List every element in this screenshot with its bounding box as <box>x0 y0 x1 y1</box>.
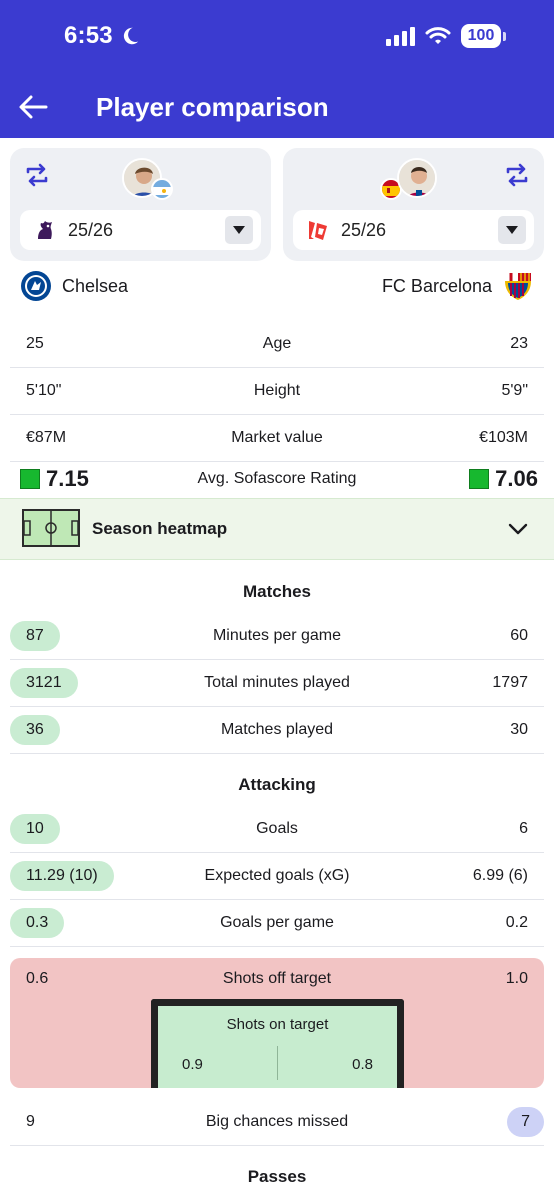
stat-row-goals-per-game: 0.3 Goals per game 0.2 <box>10 900 544 947</box>
battery-icon: 100 <box>461 24 506 48</box>
section-title-passes: Passes <box>247 1167 307 1186</box>
status-time: 6:53 <box>64 22 141 50</box>
stat-right: 6.99 (6) <box>472 867 528 884</box>
stat-row-total-minutes: 3121 Total minutes played 1797 <box>10 660 544 707</box>
status-time-text: 6:53 <box>64 22 113 49</box>
rating-label: Avg. Sofascore Rating <box>197 470 357 487</box>
argentina-flag-icon <box>151 178 173 200</box>
better-value-pill: 7 <box>507 1107 544 1137</box>
club-name-left: Chelsea <box>62 275 129 296</box>
stat-right: 5'9" <box>501 382 528 399</box>
shots-off-right: 1.0 <box>505 970 528 987</box>
goal-frame: Shots on target 0.9 0.8 <box>151 999 404 1088</box>
stat-row-big-chances-missed: 9 Big chances missed 7 <box>10 1099 544 1146</box>
stat-right: 7 <box>507 1099 544 1145</box>
stat-right: 6 <box>519 820 528 837</box>
stat-right: €103M <box>479 429 528 446</box>
season-heatmap-toggle[interactable]: Season heatmap <box>0 498 554 560</box>
swap-player-icon[interactable] <box>502 160 532 190</box>
stat-label: Age <box>262 335 292 352</box>
chevron-down-icon[interactable] <box>498 216 526 244</box>
moon-icon <box>123 27 139 45</box>
chevron-down-icon[interactable] <box>506 517 530 541</box>
stat-label: Matches played <box>220 721 334 738</box>
stat-label: Market value <box>231 429 323 446</box>
club-left[interactable]: Chelsea <box>20 270 128 302</box>
chevron-down-icon[interactable] <box>225 216 253 244</box>
stat-row-market-value: €87M Market value €103M <box>10 415 544 462</box>
rating-right: 7.06 <box>469 466 538 492</box>
season-select-right[interactable]: 25/26 <box>293 210 534 250</box>
chelsea-crest-icon <box>21 271 51 301</box>
stat-row-age: 25 Age 23 <box>10 321 544 368</box>
signal-icon <box>386 27 415 46</box>
stat-row-minutes-per-game: 87 Minutes per game 60 <box>10 613 544 660</box>
swap-player-icon[interactable] <box>22 160 52 190</box>
stat-right: 1797 <box>492 674 528 691</box>
section-title-attacking: Attacking <box>238 775 316 794</box>
stat-right: 30 <box>510 721 528 738</box>
goal-divider <box>277 1046 278 1080</box>
player-card-right: 25/26 <box>283 148 544 261</box>
app-header: 6:53 100 Player comparison <box>0 0 554 138</box>
barcelona-crest-icon <box>505 273 531 300</box>
stat-right: 23 <box>510 335 528 352</box>
page-title: Player comparison <box>96 92 329 122</box>
pitch-icon <box>22 509 80 547</box>
shots-highlight[interactable]: 0.6 Shots off target 1.0 Shots on target… <box>10 958 544 1088</box>
stat-row-matches-played: 36 Matches played 30 <box>10 707 544 754</box>
premier-league-icon <box>38 221 52 239</box>
stat-right: 0.2 <box>505 914 528 931</box>
wifi-icon <box>425 27 451 44</box>
stat-right: 60 <box>510 627 528 644</box>
stat-label: Total minutes played <box>204 674 350 691</box>
stat-label: Big chances missed <box>205 1113 349 1130</box>
shots-off-label: Shots off target <box>222 970 332 987</box>
shots-on-left: 0.9 <box>182 1056 203 1073</box>
stat-row-goals: 10 Goals 6 <box>10 806 544 853</box>
player-card-left: 25/26 <box>10 148 271 261</box>
rating-row: 7.15 Avg. Sofascore Rating 7.06 <box>10 462 544 498</box>
player-avatar-right[interactable] <box>397 158 437 198</box>
stat-label: Minutes per game <box>212 627 342 644</box>
season-heatmap-label: Season heatmap <box>92 519 228 538</box>
back-arrow-icon[interactable] <box>16 90 50 124</box>
season-select-left[interactable]: 25/26 <box>20 210 261 250</box>
stat-row-expected-goals: 11.29 (10) Expected goals (xG) 6.99 (6) <box>10 853 544 900</box>
stat-label: Height <box>253 382 301 399</box>
stat-label: Expected goals (xG) <box>204 867 350 884</box>
club-right[interactable]: FC Barcelona <box>382 270 534 302</box>
rating-value-right: 7.06 <box>495 466 538 491</box>
section-title-matches: Matches <box>242 582 312 601</box>
stat-label: Goals per game <box>220 914 334 931</box>
battery-level: 100 <box>461 24 501 48</box>
club-name-right: FC Barcelona <box>381 275 492 296</box>
season-value-left: 25/26 <box>68 219 114 240</box>
stat-label: Goals <box>256 820 298 837</box>
season-value-right: 25/26 <box>341 219 387 240</box>
rating-swatch <box>469 469 490 489</box>
stat-row-height: 5'10" Height 5'9" <box>10 368 544 415</box>
shots-on-right: 0.8 <box>352 1056 373 1073</box>
laliga-icon <box>309 221 327 240</box>
status-icons: 100 <box>385 24 506 48</box>
shots-on-label: Shots on target <box>226 1016 329 1033</box>
